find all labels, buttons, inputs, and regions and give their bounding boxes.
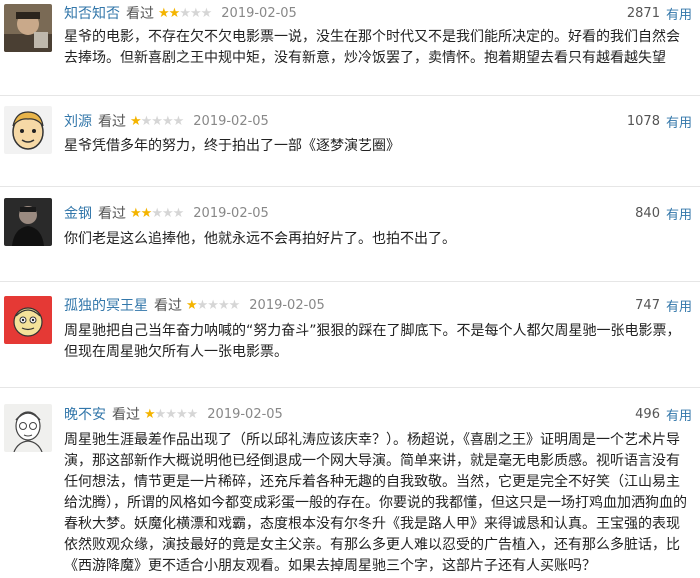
review-content: 星爷凭借多年的努力，终于拍出了一部《逐梦演艺圈》 — [64, 138, 400, 154]
username-link[interactable]: 知否知否 — [64, 3, 120, 23]
vote-area: 840 有用 — [635, 202, 692, 224]
review-content: 周星驰把自己当年奋力呐喊的“努力奋斗”狠狠的踩在了脚底下。不是每个人都欠周星驰一… — [64, 323, 681, 360]
divider — [0, 387, 700, 388]
vote-area: 2871 有用 — [627, 2, 692, 24]
vote-count: 747 — [635, 297, 660, 313]
divider — [0, 95, 700, 96]
user-avatar[interactable] — [4, 198, 52, 246]
review-date: 2019-02-05 — [193, 205, 269, 221]
review-date: 2019-02-05 — [207, 406, 283, 422]
avatar-cartoon-icon — [4, 296, 52, 344]
avatar-photo-icon — [4, 198, 52, 246]
useful-button[interactable]: 有用 — [666, 204, 692, 223]
review-date: 2019-02-05 — [249, 297, 325, 313]
review-date: 2019-02-05 — [193, 113, 269, 129]
review-meta: 金钢 看过 ★★★★★ 2019-02-05 — [64, 202, 269, 224]
useful-button[interactable]: 有用 — [666, 4, 692, 23]
vote-count: 1078 — [626, 113, 660, 129]
watched-label: 看过 — [154, 298, 182, 314]
username-link[interactable]: 孤独的冥王星 — [64, 295, 148, 315]
vote-count: 840 — [635, 205, 660, 221]
watched-label: 看过 — [98, 206, 126, 222]
review-content: 周星驰生涯最差作品出现了（所以邱礼涛应该庆幸？）。杨超说，《喜剧之王》证明周是一… — [64, 432, 687, 574]
watched-label: 看过 — [112, 407, 140, 423]
avatar-sketch-icon — [4, 404, 52, 452]
avatar-cartoon-icon — [4, 106, 52, 154]
rating-stars: ★★★★★ — [144, 406, 198, 422]
vote-area: 747 有用 — [635, 294, 692, 316]
review-content: 星爷的电影，不存在欠不欠电影票一说，没生在那个时代又不是我们能所决定的。好看的我… — [64, 29, 680, 66]
user-avatar[interactable] — [4, 4, 52, 52]
username-link[interactable]: 金钢 — [64, 203, 92, 223]
review-meta: 刘源 看过 ★★★★★ 2019-02-05 — [64, 110, 269, 132]
avatar-photo-icon — [4, 4, 52, 52]
review-date: 2019-02-05 — [221, 5, 297, 21]
vote-count: 496 — [635, 406, 660, 422]
rating-stars: ★★★★★ — [158, 5, 212, 21]
useful-button[interactable]: 有用 — [666, 405, 692, 424]
rating-stars: ★★★★★ — [130, 205, 184, 221]
divider — [0, 186, 700, 187]
useful-button[interactable]: 有用 — [666, 296, 692, 315]
review-meta: 知否知否 看过 ★★★★★ 2019-02-05 — [64, 2, 297, 24]
vote-area: 496 有用 — [635, 403, 692, 425]
watched-label: 看过 — [98, 114, 126, 130]
review-meta: 孤独的冥王星 看过 ★★★★★ 2019-02-05 — [64, 294, 325, 316]
user-avatar[interactable] — [4, 106, 52, 154]
username-link[interactable]: 晚不安 — [64, 404, 106, 424]
user-avatar[interactable] — [4, 296, 52, 344]
divider — [0, 281, 700, 282]
review-meta: 晚不安 看过 ★★★★★ 2019-02-05 — [64, 403, 283, 425]
useful-button[interactable]: 有用 — [666, 112, 692, 131]
vote-area: 1078 有用 — [627, 110, 692, 132]
watched-label: 看过 — [126, 6, 154, 22]
rating-stars: ★★★★★ — [186, 297, 240, 313]
vote-count: 2871 — [626, 5, 660, 21]
review-content: 你们老是这么追捧他，他就永远不会再拍好片了。也拍不出了。 — [64, 231, 456, 247]
username-link[interactable]: 刘源 — [64, 111, 92, 131]
user-avatar[interactable] — [4, 404, 52, 452]
rating-stars: ★★★★★ — [130, 113, 184, 129]
